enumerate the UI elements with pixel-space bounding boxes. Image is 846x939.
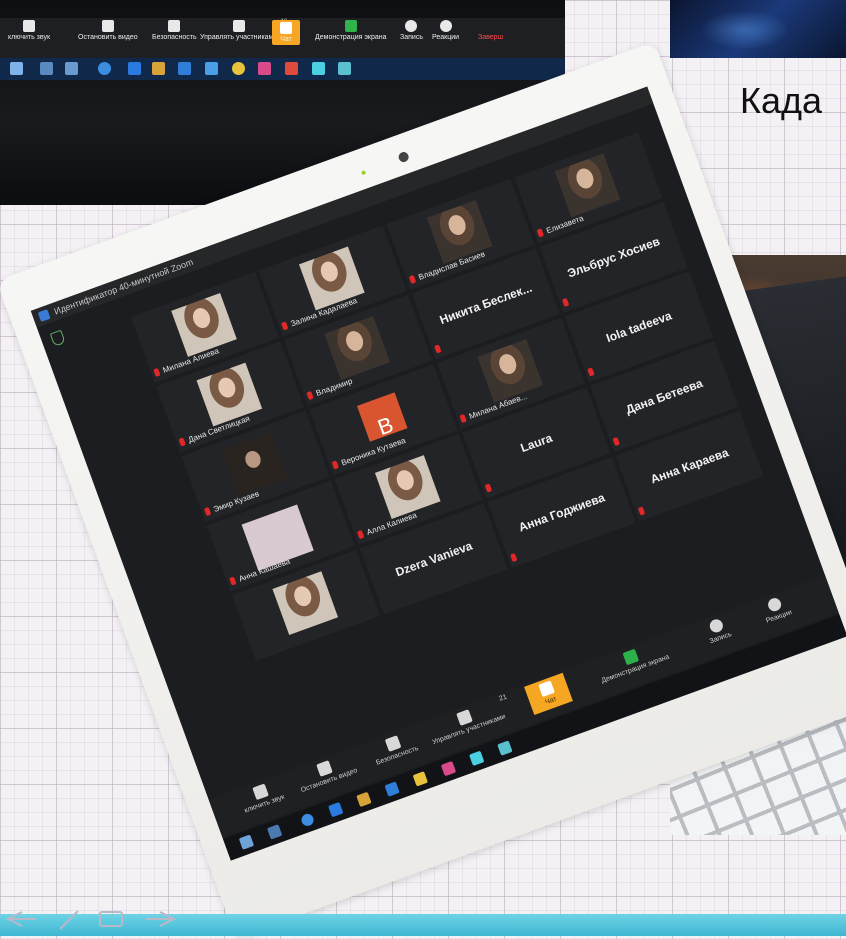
tb-record: Запись [400,20,423,41]
forward-arrow-icon[interactable] [146,911,177,927]
video-icon [316,760,334,777]
menu-icon[interactable] [99,911,123,927]
shield-icon [49,329,66,347]
reactions-button[interactable]: Реакции [760,594,793,625]
app-icon [285,62,298,75]
record-icon [405,20,418,32]
muted-mic-icon [459,413,467,424]
tb-end: Заверш [478,20,503,41]
tb-chat: Чат [272,20,300,45]
app-icon[interactable] [440,760,457,777]
mail-icon [205,62,218,75]
muted-mic-icon [229,576,237,586]
windows-taskbar-background [0,58,565,80]
status-led [361,170,367,176]
store-icon [178,62,191,75]
app-icon [232,62,245,75]
muted-mic-icon [178,437,186,447]
participant-video [477,339,544,404]
muted-mic-icon [587,367,595,377]
muted-mic-icon [203,506,212,517]
explorer-icon[interactable] [356,791,372,808]
shield-icon [168,20,181,32]
tb-security: Безопасность [152,20,197,41]
participant-video [272,571,339,636]
tb-video: Остановить видео [78,20,138,41]
mic-icon [23,20,35,32]
participant-video [554,153,621,218]
pen-icon[interactable] [59,910,79,930]
chat-button[interactable]: Чат [524,672,573,716]
muted-mic-icon [637,506,646,516]
participants-icon [456,709,473,726]
zoom-icon [312,62,325,75]
participant-video [324,316,391,381]
edge-icon [128,62,141,75]
muted-mic-icon [536,228,545,238]
reactions-icon [766,596,783,614]
explorer-icon [152,62,165,75]
avatar: B [357,392,408,442]
muted-mic-icon [612,436,620,447]
muted-mic-icon [331,460,340,470]
muted-mic-icon [356,529,365,540]
search-icon[interactable] [266,824,283,840]
participants-icon [232,20,245,32]
zoom-app-icon [37,309,51,322]
chrome-icon[interactable] [299,812,316,828]
reactions-icon [439,20,452,32]
mic-icon [251,783,269,801]
tb-mute: ключить звук [8,20,50,41]
muted-mic-icon [153,367,161,378]
shield-icon [384,735,402,752]
participant-video [170,293,238,358]
app-icon[interactable] [497,740,513,756]
muted-mic-icon [510,552,518,563]
app-icon[interactable] [412,771,428,787]
record-icon [707,617,725,635]
muted-mic-icon [484,483,493,493]
store-icon[interactable] [384,781,400,797]
muted-mic-icon [434,344,442,354]
participant-video [196,362,263,427]
windows-icon[interactable] [238,834,255,850]
background-photo-top-right [670,0,846,58]
zoom-toolbar-background: ключить звук Остановить видео Безопаснос… [0,18,565,58]
tb-reactions: Реакции [432,20,459,41]
search-icon [40,62,53,75]
slide-caption: Када [740,80,823,121]
tb-share: Демонстрация экрана [315,20,387,41]
participant-video [374,455,442,520]
muted-mic-icon [561,297,570,308]
zoom-icon[interactable] [469,750,485,767]
chrome-icon [98,62,111,75]
muted-mic-icon [280,321,289,331]
end-icon [485,20,497,32]
task-view-icon [65,62,78,75]
back-arrow-icon[interactable] [5,911,36,927]
muted-mic-icon [306,390,314,401]
slide-nav-controls [5,910,177,930]
participant-video [221,432,288,497]
windows-icon [10,62,23,75]
stop-video-button[interactable]: Остановить видео [295,752,358,794]
chat-icon [538,680,555,698]
security-button[interactable]: Безопасность [370,730,420,767]
share-screen-icon [622,648,640,666]
record-button[interactable]: Запись [703,616,733,645]
chat-icon [280,22,292,34]
mute-button[interactable]: ключить звук [238,779,286,815]
app-icon [338,62,351,75]
share-screen-button[interactable]: Демонстрация экрана [595,639,670,685]
share-screen-icon [344,20,357,32]
muted-mic-icon [408,274,417,285]
video-icon [101,20,114,32]
app-icon [258,62,271,75]
edge-icon[interactable] [328,801,344,818]
tb-participants: Управлять участниками16 [200,19,287,41]
webcam [397,150,411,164]
